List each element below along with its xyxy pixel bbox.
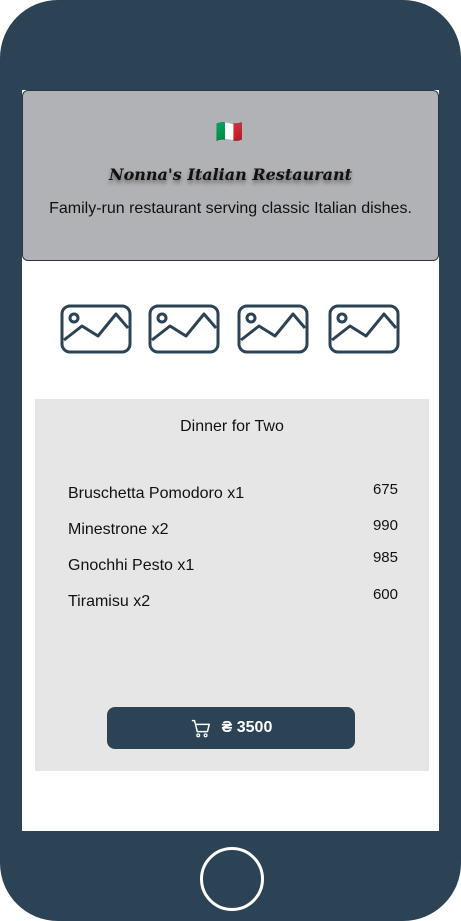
image-icon[interactable] — [328, 304, 400, 354]
restaurant-description: Family-run restaurant serving classic It… — [49, 200, 412, 217]
restaurant-header: 🇮🇹 Nonna's Italian Restaurant Family-run… — [22, 90, 439, 261]
menu-item-name: Bruschetta Pomodoro x1 — [68, 485, 245, 502]
menu-item-price: 985 — [372, 549, 398, 566]
menu-item-name: Minestrone x2 — [68, 521, 169, 538]
image-icon[interactable] — [148, 304, 220, 354]
cart-total-button[interactable]: ₴ 3500 — [107, 707, 355, 749]
menu-title: Dinner for Two — [180, 418, 284, 435]
photo-gallery — [60, 304, 402, 356]
menu-item: Minestrone x2 990 — [68, 517, 398, 543]
menu-item-price: 675 — [372, 481, 398, 498]
cart-total-label: ₴ 3500 — [221, 719, 273, 736]
menu-item-name: Gnochhi Pesto x1 — [68, 557, 195, 574]
menu-item: Bruschetta Pomodoro x1 675 — [68, 481, 398, 507]
cart-icon — [191, 719, 210, 738]
menu-item: Tiramisu x2 600 — [68, 586, 398, 615]
image-icon[interactable] — [60, 304, 132, 354]
menu-item: Gnochhi Pesto x1 985 — [68, 549, 398, 579]
menu-item-price: 600 — [372, 586, 398, 603]
menu-item-name: Tiramisu x2 — [68, 593, 151, 610]
restaurant-logo: 🇮🇹 — [215, 119, 246, 144]
home-button[interactable] — [200, 847, 264, 911]
image-icon[interactable] — [237, 304, 309, 354]
restaurant-name: Nonna's Italian Restaurant — [108, 165, 353, 184]
menu-item-price: 990 — [372, 517, 398, 534]
menu-card: Dinner for Two Bruschetta Pomodoro x1 67… — [35, 399, 429, 771]
phone-frame: 🇮🇹 Nonna's Italian Restaurant Family-run… — [0, 0, 461, 921]
app-screen: 🇮🇹 Nonna's Italian Restaurant Family-run… — [22, 90, 439, 831]
